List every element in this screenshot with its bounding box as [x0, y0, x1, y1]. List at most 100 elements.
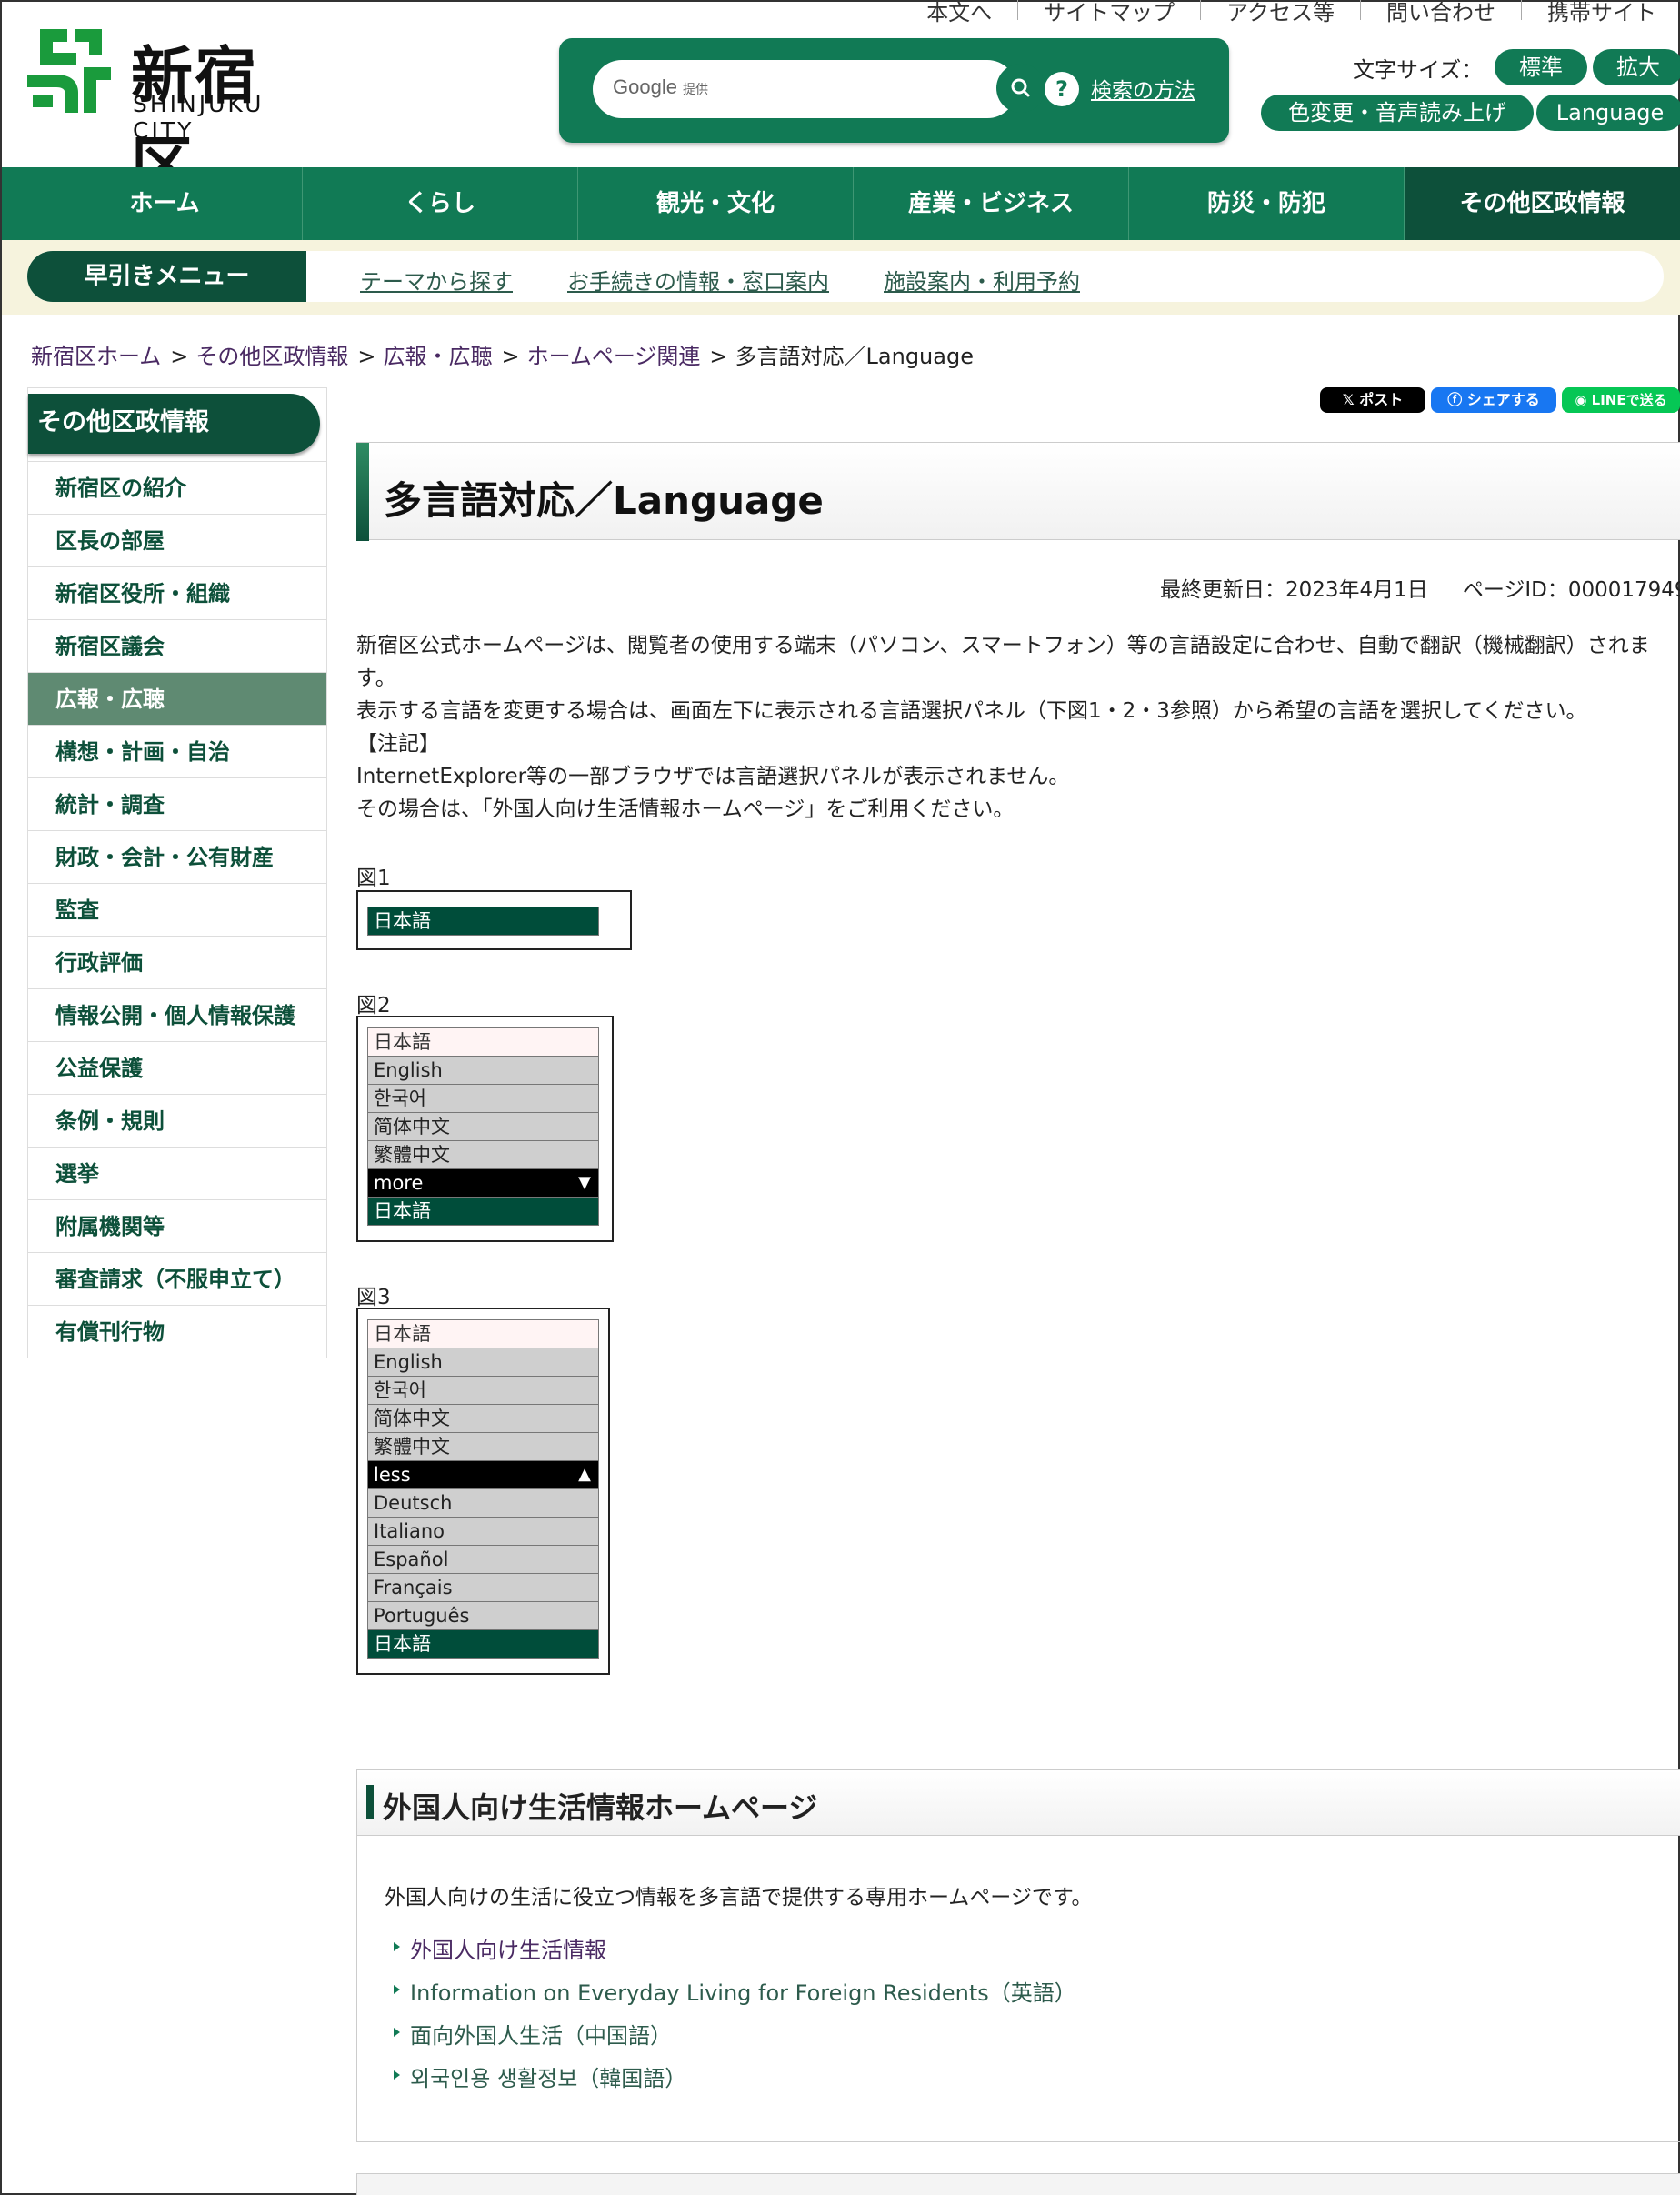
utility-link-access[interactable]: アクセス等 — [1200, 0, 1360, 25]
font-size-large-button[interactable]: 拡大 — [1593, 49, 1680, 85]
breadcrumb: 新宿区ホーム > その他区政情報 > 広報・広聴 > ホームページ関連 > 多言語対応／Lang… — [31, 338, 974, 370]
sidebar-item-whistleblower[interactable]: 公益保護 — [28, 1041, 326, 1094]
sidebar-item-statistics[interactable]: 統計・調査 — [28, 777, 326, 830]
site-logo[interactable]: 新宿区 SHINJUKU CITY — [20, 22, 320, 203]
sidebar-item-publications[interactable]: 有償刊行物 — [28, 1305, 326, 1358]
lang-option-japanese: 日本語 — [367, 907, 599, 936]
lang-option-japanese-selected: 日本語 — [367, 1197, 599, 1226]
section-link-list: 外国人向け生活情報 Information on Everyday Living… — [390, 1932, 1076, 2103]
nav-disaster-crime[interactable]: 防災・防犯 — [1129, 167, 1405, 240]
figure-2-label: 図2 — [356, 994, 391, 1017]
utility-links: 本文へ サイトマップ アクセス等 問い合わせ 携帯サイト — [901, 0, 1680, 25]
nav-industry-business[interactable]: 産業・ビジネス — [854, 167, 1129, 240]
breadcrumb-separator: > — [709, 344, 728, 369]
figure-1-label: 図1 — [356, 867, 391, 890]
page-title-bar: 多言語対応／Language — [356, 442, 1680, 541]
quick-menu-title: 早引きメニュー — [27, 251, 306, 302]
body-paragraph: 表示する言語を変更する場合は、画面左下に表示される言語選択パネル（下図1・2・3… — [356, 699, 1587, 723]
triangle-down-icon: ▼ — [578, 1173, 591, 1192]
sidebar-item-evaluation[interactable]: 行政評価 — [28, 936, 326, 988]
question-icon: ? — [1045, 72, 1079, 106]
sidebar-item-intro[interactable]: 新宿区の紹介 — [28, 461, 326, 514]
figure-1: 日本語 — [356, 890, 632, 950]
body-paragraph: 【注記】 — [356, 732, 440, 756]
sidebar-item-finance[interactable]: 財政・会計・公有財産 — [28, 830, 326, 883]
logo-text-en: SHINJUKU CITY — [133, 91, 265, 144]
x-post-button[interactable]: 𝕏 ポスト — [1320, 387, 1425, 413]
facebook-icon: ⓕ — [1447, 391, 1467, 408]
breadcrumb-home[interactable]: 新宿区ホーム — [31, 344, 161, 369]
sidebar-item-assembly[interactable]: 新宿区議会 — [28, 619, 326, 672]
page-body-text: 新宿区公式ホームページは、閲覧者の使用する端末（パソコン、スマートフォン）等の言… — [356, 629, 1665, 826]
sidebar-item-affiliated[interactable]: 附属機関等 — [28, 1199, 326, 1252]
breadcrumb-other[interactable]: その他区政情報 — [195, 344, 348, 369]
quick-link-facilities[interactable]: 施設案内・利用予約 — [884, 264, 1080, 296]
lang-less-label: less — [374, 1464, 411, 1486]
line-share-label: LINEで送る — [1591, 392, 1667, 408]
search-input[interactable]: Google 提供 — [593, 60, 1045, 118]
utility-link-mobile[interactable]: 携帯サイト — [1521, 0, 1680, 25]
sidebar-item-audit[interactable]: 監査 — [28, 883, 326, 936]
sidebar-item-office[interactable]: 新宿区役所・組織 — [28, 566, 326, 619]
lang-option-korean: 한국어 — [367, 1376, 599, 1405]
sidebar-item-disclosure[interactable]: 情報公開・個人情報保護 — [28, 988, 326, 1041]
utility-link-contact[interactable]: 問い合わせ — [1360, 0, 1521, 25]
lang-option-simplified-chinese: 简体中文 — [367, 1404, 599, 1433]
sidebar-item-ordinances[interactable]: 条例・規則 — [28, 1094, 326, 1147]
lang-option-english: English — [367, 1056, 599, 1085]
facebook-share-button[interactable]: ⓕ シェアする — [1431, 387, 1556, 413]
sidebar-item-appeals[interactable]: 審査請求（不服申立て） — [28, 1252, 326, 1305]
x-icon: 𝕏 — [1342, 391, 1360, 408]
body-paragraph: 新宿区公式ホームページは、閲覧者の使用する端末（パソコン、スマートフォン）等の言… — [356, 634, 1650, 690]
sidebar-item-mayor[interactable]: 区長の部屋 — [28, 514, 326, 566]
figure-3: 日本語 English 한국어 简体中文 繁體中文 less ▲ Deutsch … — [356, 1308, 610, 1675]
line-share-button[interactable]: ◉ LINEで送る — [1562, 387, 1680, 413]
breadcrumb-homepage[interactable]: ホームページ関連 — [527, 344, 701, 369]
shinjuku-logo-mark-icon — [27, 29, 111, 113]
utility-link-sitemap[interactable]: サイトマップ — [1017, 0, 1200, 25]
figure-3-label: 図3 — [356, 1286, 391, 1309]
site-header: 新宿区 SHINJUKU CITY 本文へ サイトマップ アクセス等 問い合わせ… — [2, 0, 1680, 203]
lang-less-toggle: less ▲ — [367, 1460, 599, 1489]
language-button[interactable]: Language — [1536, 95, 1680, 131]
line-icon: ◉ — [1575, 392, 1592, 408]
link-chinese-info[interactable]: 面向外国人生活（中国語） — [410, 2023, 672, 2049]
nav-living[interactable]: くらし — [303, 167, 578, 240]
list-item: 외국인용 생활정보（韓国語） — [390, 2060, 1076, 2103]
search-help-link[interactable]: 検索の方法 — [1091, 73, 1195, 104]
nav-other-administration[interactable]: その他区政情報 — [1405, 167, 1680, 240]
lang-more-label: more — [374, 1172, 424, 1194]
lang-option-italian: Italiano — [367, 1517, 599, 1546]
lang-option-simplified-chinese: 简体中文 — [367, 1112, 599, 1141]
quick-link-theme[interactable]: テーマから探す — [360, 264, 513, 296]
nav-home[interactable]: ホーム — [27, 167, 303, 240]
utility-link-skip[interactable]: 本文へ — [901, 0, 1017, 25]
sidebar-item-plans[interactable]: 構想・計画・自治 — [28, 725, 326, 777]
lang-option-traditional-chinese: 繁體中文 — [367, 1140, 599, 1169]
breadcrumb-pr[interactable]: 広報・広聴 — [384, 344, 493, 369]
link-korean-info[interactable]: 외국인용 생활정보（韓国語） — [410, 2066, 686, 2091]
figure-2: 日本語 English 한국어 简体中文 繁體中文 more ▼ 日本語 — [356, 1016, 614, 1242]
global-nav: ホーム くらし 観光・文化 産業・ビジネス 防災・防犯 その他区政情報 — [2, 167, 1680, 240]
sidebar-item-elections[interactable]: 選挙 — [28, 1147, 326, 1199]
list-item: Information on Everyday Living for Forei… — [390, 1975, 1076, 2018]
x-post-label: ポスト — [1359, 391, 1404, 408]
font-size-label: 文字サイズ： — [1353, 57, 1484, 83]
google-provided: 提供 — [682, 82, 708, 96]
font-size-standard-button[interactable]: 標準 — [1495, 49, 1587, 85]
color-voice-button[interactable]: 色変更・音声読み上げ — [1261, 95, 1534, 131]
lang-option-spanish: Español — [367, 1545, 599, 1574]
nav-tourism-culture[interactable]: 観光・文化 — [578, 167, 854, 240]
search-button[interactable] — [996, 64, 1045, 113]
quick-link-procedures[interactable]: お手続きの情報・窓口案内 — [567, 264, 829, 296]
link-english-info[interactable]: Information on Everyday Living for Forei… — [410, 1980, 1076, 2006]
sidebar-item-pr[interactable]: 広報・広聴 — [28, 672, 326, 725]
sidebar-title[interactable]: その他区政情報 — [28, 394, 320, 454]
lang-option-traditional-chinese: 繁體中文 — [367, 1432, 599, 1461]
breadcrumb-current: 多言語対応／Language — [735, 344, 974, 369]
link-foreign-life-info[interactable]: 外国人向け生活情報 — [410, 1938, 606, 1963]
lang-option-japanese: 日本語 — [367, 1319, 599, 1348]
body-paragraph: その場合は、「外国人向け生活情報ホームページ」をご利用ください。 — [356, 797, 1015, 821]
facebook-share-label: シェアする — [1466, 391, 1540, 408]
lang-option-french: Français — [367, 1573, 599, 1602]
